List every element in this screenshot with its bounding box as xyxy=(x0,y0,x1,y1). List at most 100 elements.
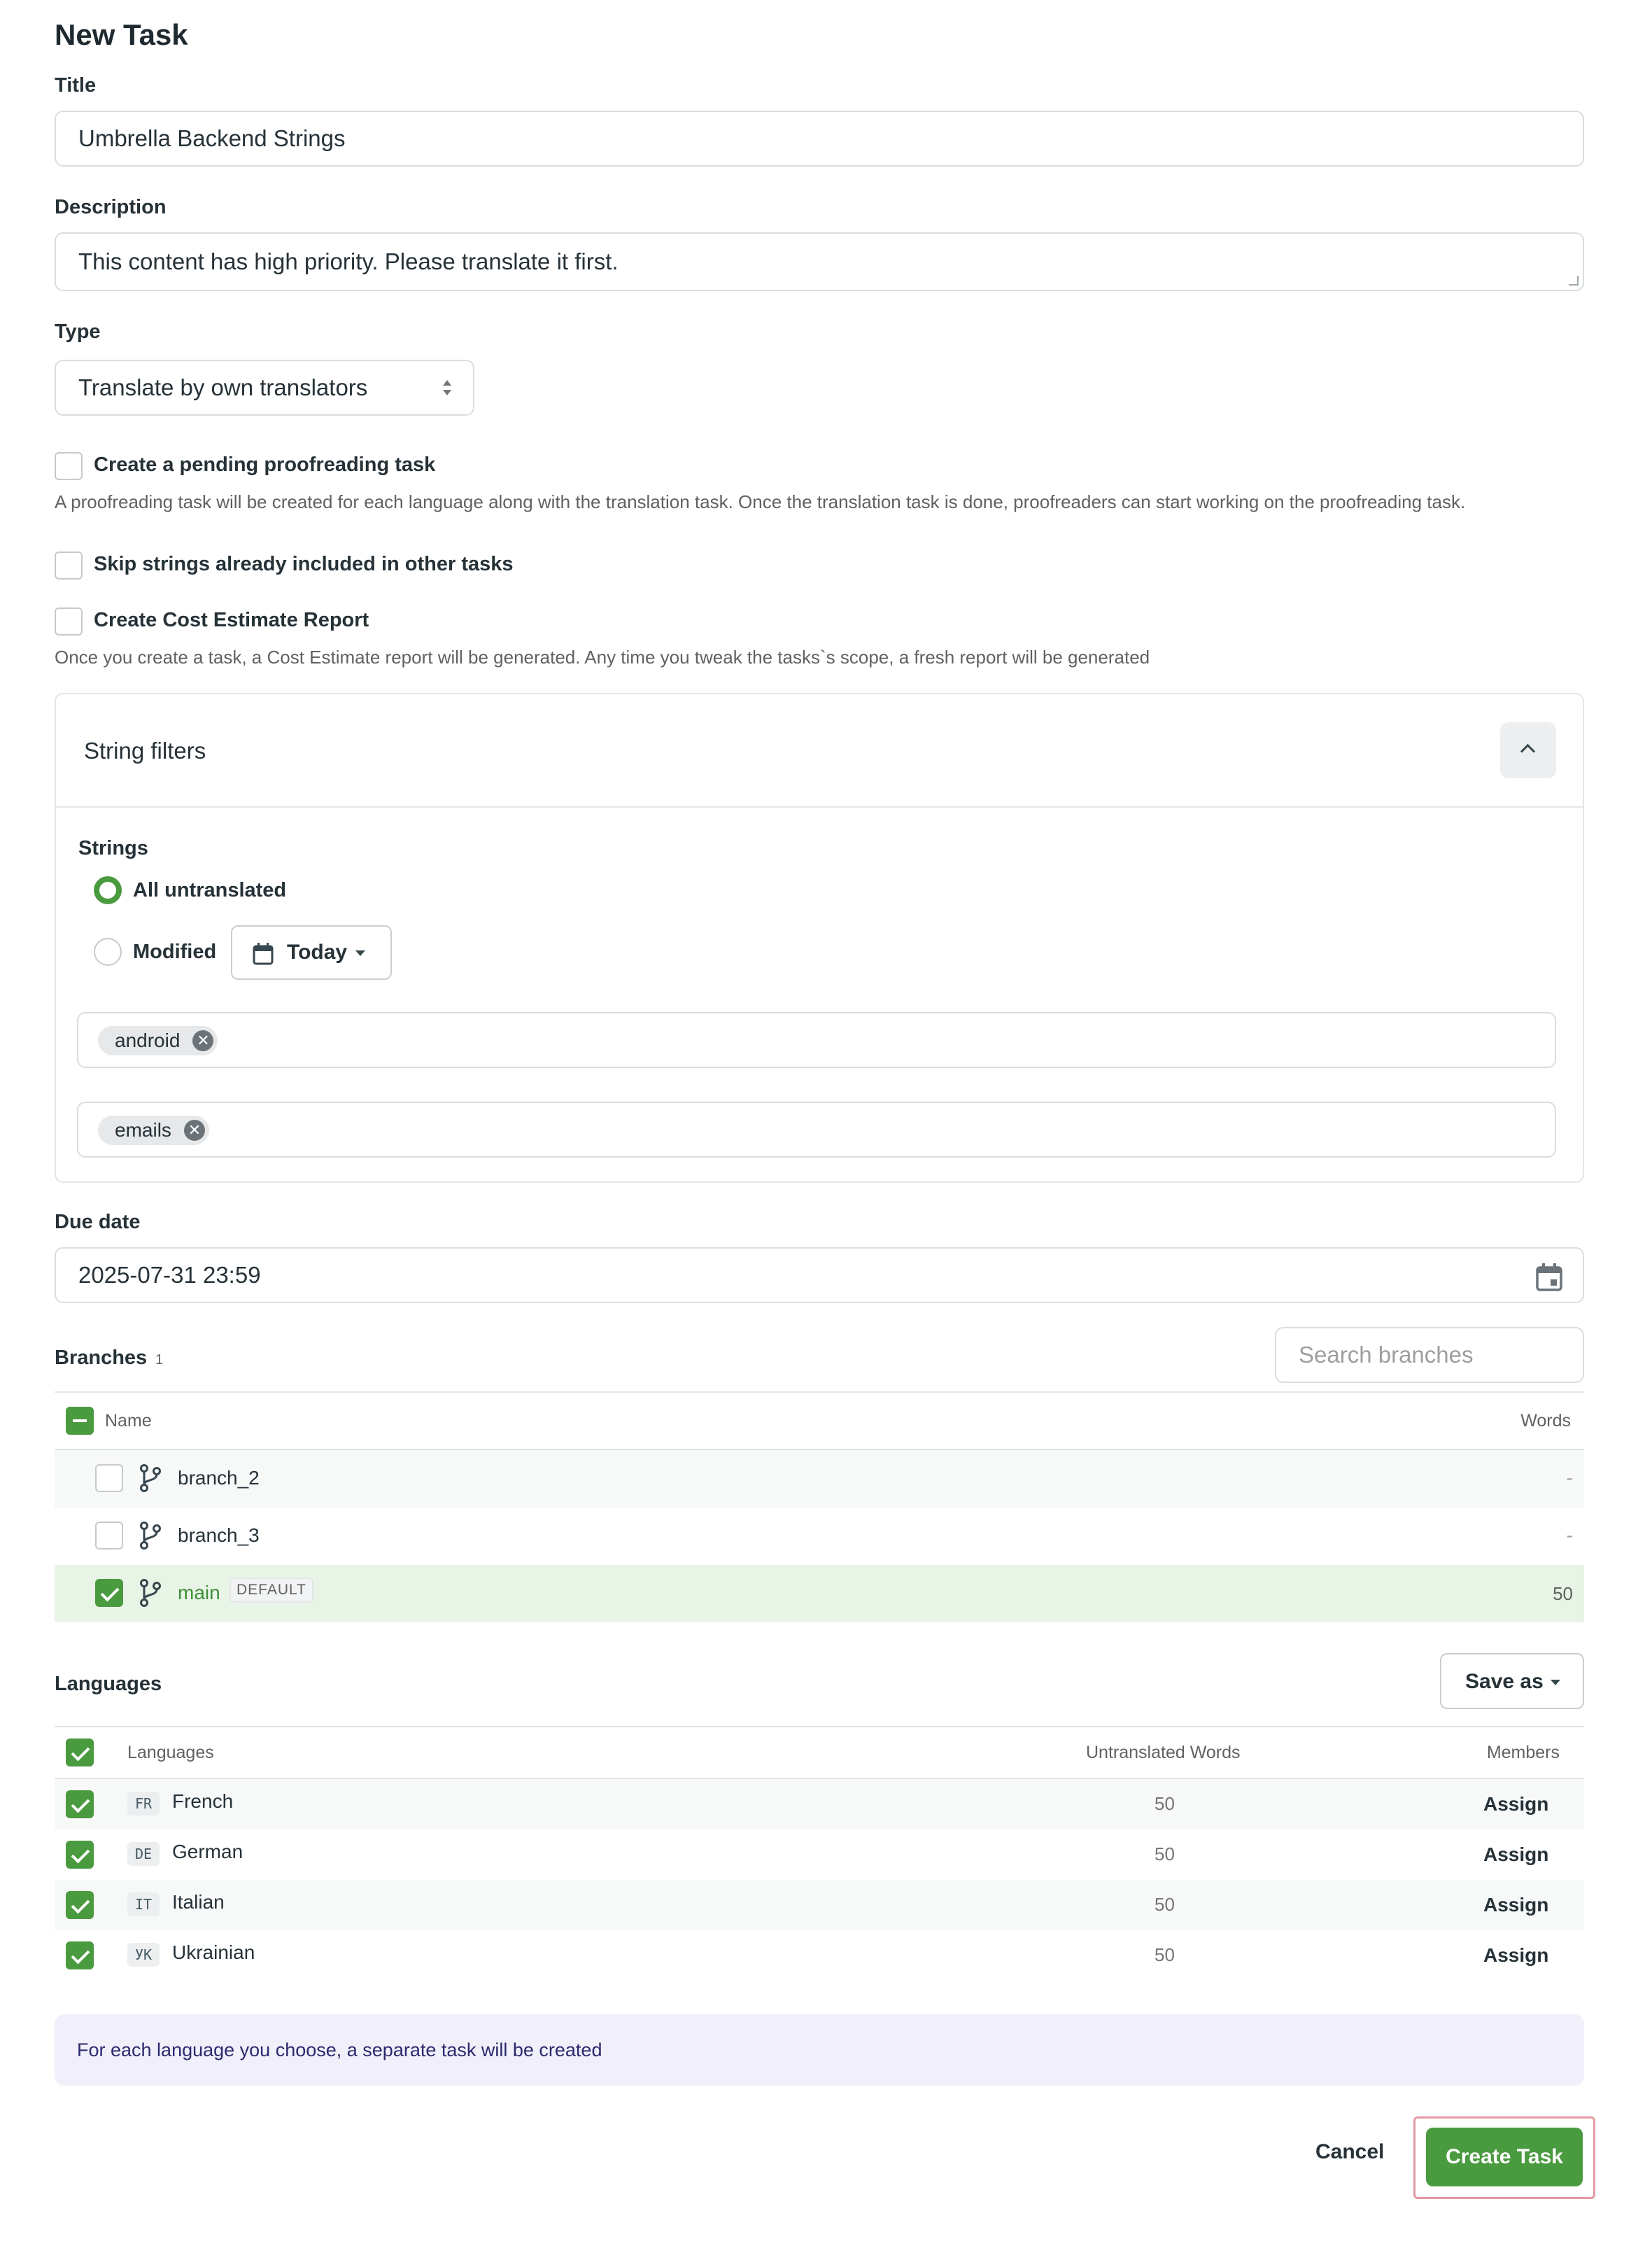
chip-android: android ✕ xyxy=(98,1026,218,1055)
branch-row-checkbox[interactable] xyxy=(95,1579,123,1607)
assign-link[interactable]: Assign xyxy=(1483,1894,1548,1916)
cost-estimate-checkbox[interactable] xyxy=(55,607,83,635)
modified-period-dropdown[interactable]: Today xyxy=(231,925,392,980)
create-task-button[interactable]: Create Task xyxy=(1426,2128,1583,2186)
branches-divider xyxy=(55,1391,1584,1393)
type-select[interactable]: Translate by own translators xyxy=(55,360,474,416)
chip-emails: emails ✕ xyxy=(98,1116,209,1145)
radio-all-untranslated[interactable] xyxy=(94,876,122,904)
info-note-text: For each language you choose, a separate… xyxy=(77,2039,602,2060)
table-row[interactable]: FR French 50 Assign xyxy=(55,1779,1584,1829)
default-tag: DEFAULT xyxy=(230,1578,313,1603)
language-row-checkbox[interactable] xyxy=(66,1841,94,1869)
radio-modified[interactable] xyxy=(94,938,122,966)
language-row-checkbox[interactable] xyxy=(66,1941,94,1969)
language-name: German xyxy=(172,1841,243,1862)
create-task-label: Create Task xyxy=(1446,2145,1563,2168)
branches-col-words: Words xyxy=(1520,1411,1571,1431)
save-as-dropdown[interactable]: Save as xyxy=(1440,1653,1584,1709)
cost-estimate-label: Create Cost Estimate Report xyxy=(94,609,369,631)
branch-words: 50 xyxy=(1553,1583,1573,1604)
languages-col-languages: Languages xyxy=(127,1743,214,1762)
table-row[interactable]: main DEFAULT 50 xyxy=(55,1565,1584,1622)
language-untranslated: 50 xyxy=(1155,1793,1175,1814)
branch-words: - xyxy=(1566,1524,1573,1546)
assign-link[interactable]: Assign xyxy=(1483,1793,1548,1815)
chip-android-label: android xyxy=(115,1030,181,1051)
chip-emails-label: emails xyxy=(115,1119,171,1141)
chip-remove-icon[interactable]: ✕ xyxy=(192,1030,214,1051)
caret-down-icon xyxy=(1551,1680,1560,1685)
due-date-input[interactable]: 2025-07-31 23:59 xyxy=(55,1247,1584,1303)
language-name: Italian xyxy=(172,1891,225,1913)
branch-words: - xyxy=(1566,1467,1573,1489)
modified-period-value: Today xyxy=(287,941,348,964)
title-input[interactable]: Umbrella Backend Strings xyxy=(55,111,1584,167)
language-untranslated: 50 xyxy=(1155,1944,1175,1965)
skip-strings-label: Skip strings already included in other t… xyxy=(94,553,514,575)
branches-col-name: Name xyxy=(105,1411,152,1431)
languages-select-all-checkbox[interactable] xyxy=(66,1738,94,1766)
description-value: This content has high priority. Please t… xyxy=(78,248,619,274)
type-label: Type xyxy=(55,321,101,343)
due-date-label: Due date xyxy=(55,1211,141,1233)
chip-remove-icon[interactable]: ✕ xyxy=(183,1120,205,1141)
table-row[interactable]: IT Italian 50 Assign xyxy=(55,1880,1584,1930)
title-label: Title xyxy=(55,74,97,97)
branch-row-checkbox[interactable] xyxy=(95,1522,123,1550)
cost-estimate-help: Once you create a task, a Cost Estimate … xyxy=(55,647,1150,668)
branches-label: Branches xyxy=(55,1347,148,1369)
radio-all-untranslated-label: All untranslated xyxy=(133,879,287,901)
description-label: Description xyxy=(55,196,167,218)
caret-down-icon xyxy=(355,950,365,956)
language-row-checkbox[interactable] xyxy=(66,1891,94,1919)
assign-link[interactable]: Assign xyxy=(1483,1944,1548,1967)
language-code-badge: УК xyxy=(127,1943,160,1967)
git-branch-icon xyxy=(140,1579,161,1607)
language-code-badge: IT xyxy=(127,1892,160,1916)
resize-handle-icon[interactable] xyxy=(1569,276,1579,286)
branch-name: branch_3 xyxy=(178,1524,260,1546)
calendar-icon xyxy=(253,943,274,965)
cancel-button[interactable]: Cancel xyxy=(1315,2140,1384,2164)
branch-row-checkbox[interactable] xyxy=(95,1464,123,1492)
info-note: For each language you choose, a separate… xyxy=(55,2014,1584,2086)
search-branches-placeholder: Search branches xyxy=(1299,1342,1474,1368)
branch-name: main xyxy=(178,1582,220,1603)
table-row[interactable]: УК Ukrainian 50 Assign xyxy=(55,1930,1584,1981)
branches-count-badge: 1 xyxy=(155,1352,164,1368)
language-untranslated: 50 xyxy=(1155,1843,1175,1864)
table-row[interactable]: branch_2 - xyxy=(55,1450,1584,1508)
due-date-value: 2025-07-31 23:59 xyxy=(78,1262,261,1288)
calendar-icon[interactable] xyxy=(1535,1263,1563,1292)
collapse-chevron-up-icon[interactable] xyxy=(1500,722,1556,778)
language-name: French xyxy=(172,1790,234,1812)
languages-divider xyxy=(55,1726,1584,1727)
table-row[interactable]: DE German 50 Assign xyxy=(55,1829,1584,1880)
select-arrows-icon xyxy=(442,379,452,397)
git-branch-icon xyxy=(140,1522,161,1550)
strings-label: Strings xyxy=(78,837,148,859)
language-code-badge: FR xyxy=(127,1792,160,1815)
branch-name: branch_2 xyxy=(178,1467,260,1489)
skip-strings-checkbox[interactable] xyxy=(55,552,83,579)
languages-col-untranslated: Untranslated Words xyxy=(1086,1743,1241,1762)
radio-modified-label: Modified xyxy=(133,941,217,963)
type-select-value: Translate by own translators xyxy=(78,374,368,400)
search-branches-input[interactable]: Search branches xyxy=(1275,1327,1584,1383)
table-row[interactable]: branch_3 - xyxy=(55,1508,1584,1565)
branches-select-all-checkbox[interactable] xyxy=(66,1407,94,1435)
label-filter-input-1[interactable]: android ✕ xyxy=(77,1012,1556,1068)
proofreading-label: Create a pending proofreading task xyxy=(94,454,436,476)
title-input-value: Umbrella Backend Strings xyxy=(78,125,346,151)
language-row-checkbox[interactable] xyxy=(66,1790,94,1818)
git-branch-icon xyxy=(140,1464,161,1492)
proofreading-checkbox[interactable] xyxy=(55,452,83,480)
label-filter-input-2[interactable]: emails ✕ xyxy=(77,1102,1556,1158)
save-as-label: Save as xyxy=(1465,1670,1544,1693)
assign-link[interactable]: Assign xyxy=(1483,1843,1548,1866)
language-code-badge: DE xyxy=(127,1842,160,1866)
description-textarea[interactable]: This content has high priority. Please t… xyxy=(55,232,1584,291)
languages-col-members: Members xyxy=(1486,1743,1560,1762)
panel-divider xyxy=(56,806,1583,808)
